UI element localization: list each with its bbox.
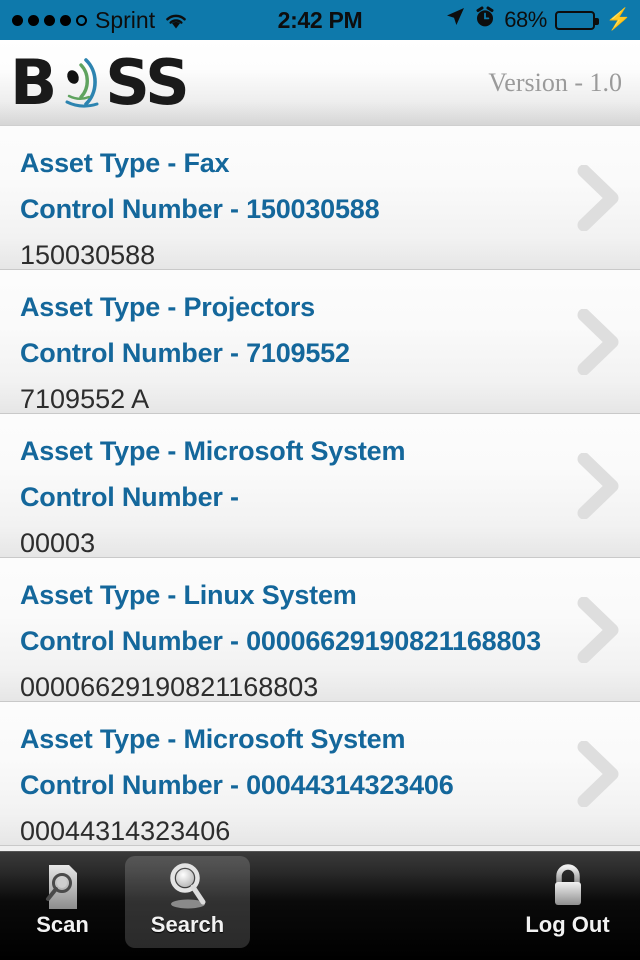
tab-log-out[interactable]: Log Out [505, 856, 630, 948]
logo-text: B SS [10, 45, 190, 119]
asset-list-row[interactable]: Asset Type - Projectors Control Number - … [0, 270, 640, 414]
app-screen: Sprint 2:42 PM 68% ⚡ B SS Version - 1.0 … [0, 0, 640, 960]
magnifying-glass-icon [161, 860, 215, 914]
asset-type-label: Asset Type - Microsoft System [20, 724, 406, 754]
app-logo: B SS [10, 45, 190, 119]
bottom-tab-bar: Scan Search Log Out [0, 851, 640, 960]
chevron-right-icon[interactable] [576, 308, 622, 375]
control-number-label: Control Number - [20, 482, 239, 512]
asset-list-row[interactable]: Asset Type - Fax Control Number - 1500305… [0, 126, 640, 270]
tab-log-out-label: Log Out [525, 912, 610, 937]
logo-letter-b: B [10, 45, 57, 119]
padlock-icon [546, 860, 590, 914]
asset-type-label: Asset Type - Fax [20, 148, 230, 178]
asset-result-list[interactable]: Asset Type - Fax Control Number - 1500305… [0, 126, 640, 852]
logo-letters-ss: SS [105, 45, 190, 119]
chevron-right-icon[interactable] [576, 452, 622, 519]
asset-list-row[interactable]: Asset Type - Microsoft System Control Num… [0, 702, 640, 846]
tab-search[interactable]: Search [125, 856, 250, 948]
asset-list-row[interactable]: Asset Type - Microsoft System Control Num… [0, 414, 640, 558]
asset-type-label: Asset Type - Projectors [20, 292, 315, 322]
control-number-label: Control Number - 00006629190821168803 [20, 626, 541, 656]
document-scan-icon [38, 860, 88, 914]
asset-list-row[interactable]: Asset Type - Linux System Control Number … [0, 558, 640, 702]
chevron-right-icon[interactable] [576, 740, 622, 807]
asset-type-label: Asset Type - Linux System [20, 580, 357, 610]
alarm-clock-icon [474, 6, 496, 34]
status-bar: Sprint 2:42 PM 68% ⚡ [0, 0, 640, 40]
control-number-label: Control Number - 00044314323406 [20, 770, 454, 800]
tab-search-label: Search [150, 912, 225, 937]
version-label: Version - 1.0 [488, 67, 622, 97]
location-arrow-icon [444, 6, 466, 34]
battery-percent-label: 68% [504, 7, 547, 32]
asset-type-label: Asset Type - Microsoft System [20, 436, 406, 466]
app-header: B SS Version - 1.0 [0, 40, 640, 126]
tab-scan-label: Scan [36, 912, 89, 937]
control-number-label: Control Number - 150030588 [20, 194, 380, 224]
status-bar-right: 68% ⚡ [444, 6, 632, 34]
chevron-right-icon[interactable] [576, 596, 622, 663]
tab-scan[interactable]: Scan [0, 856, 125, 948]
lightning-bolt-icon: ⚡ [605, 8, 632, 31]
chevron-right-icon[interactable] [576, 164, 622, 231]
battery-icon [554, 10, 599, 30]
control-number-label: Control Number - 7109552 [20, 338, 350, 368]
asset-value-label: 00044314323406 [20, 816, 231, 846]
signal-swoosh-icon [55, 52, 105, 114]
